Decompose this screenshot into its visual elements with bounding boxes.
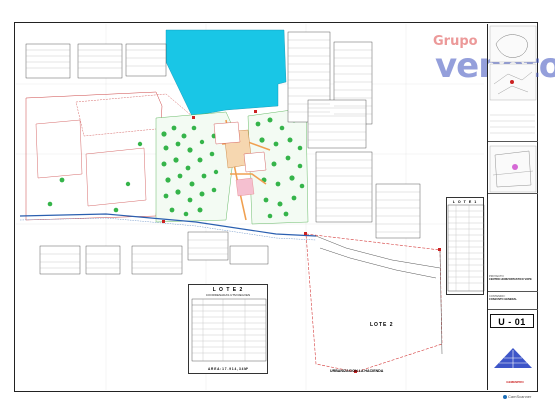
project-value: CENTRO HORIZONTASTICO VOPE xyxy=(489,278,532,281)
company-name: GEMENPRO xyxy=(506,380,524,384)
title-block: PROYECTO: CENTRO HORIZONTASTICO VOPE CON… xyxy=(487,24,538,390)
camscanner-icon xyxy=(503,394,507,399)
lote2-table-title: L O T E 2 xyxy=(212,287,244,293)
content-cell: CONTENIDO: CONJUNTO GENERAL xyxy=(488,294,538,310)
urbanizacion-label: URBANIZACION LA HACIENDA xyxy=(330,369,384,373)
notes-lines xyxy=(490,114,535,134)
scanner-label: CamScanner xyxy=(508,394,532,399)
pink-area xyxy=(235,177,255,197)
lote2-area-value: A R E A : 1 7 . 9 1 4 , 3 4 M² xyxy=(207,367,249,371)
title-block-notes xyxy=(488,108,538,142)
lote1-coordinates-table: L O T E 1 xyxy=(446,197,485,295)
lote2-coordinates-table: L O T E 2 COORDENADAS UTM REGVEN A R E A… xyxy=(188,284,268,374)
lote1-table-grid xyxy=(447,204,485,292)
scanner-badge: CamScanner xyxy=(503,394,531,399)
site-key-map xyxy=(489,145,537,193)
title-block-site-map xyxy=(488,144,538,194)
gemenpro-logo xyxy=(494,348,532,368)
lote2-label: LOTE 2 xyxy=(370,322,394,328)
content-value: CONJUNTO GENERAL xyxy=(489,298,517,301)
building-east xyxy=(243,151,267,173)
project-cell: PROYECTO: CENTRO HORIZONTASTICO VOPE xyxy=(488,274,538,292)
central-building xyxy=(213,121,241,145)
lote2-table-grid xyxy=(191,298,267,362)
sheet-number: U - 01 xyxy=(490,314,534,328)
drawing-sheet: Grupo veneto L O T E 2 COORDENADAS UTM R… xyxy=(0,0,555,416)
location-maps xyxy=(489,25,537,101)
